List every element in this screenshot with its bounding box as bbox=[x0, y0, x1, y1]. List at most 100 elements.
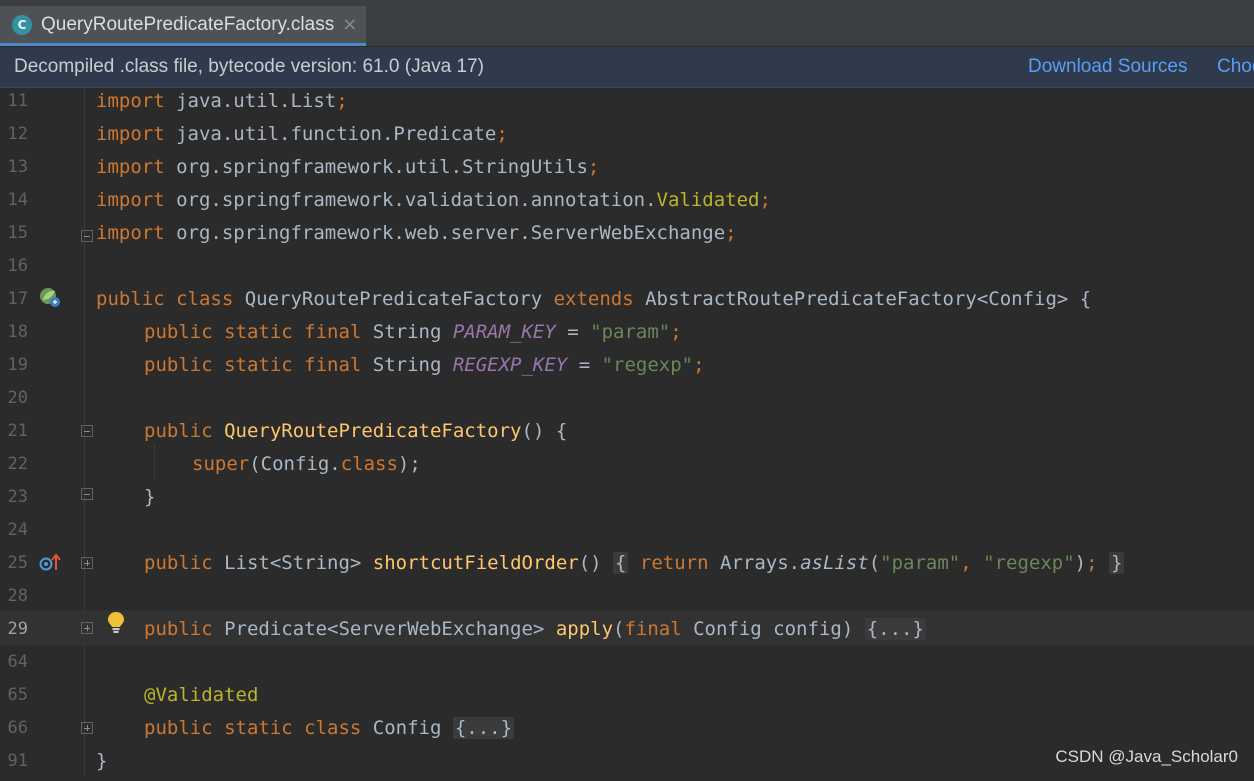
static-call: asList bbox=[800, 552, 869, 574]
code-text: public QueryRoutePredicateFactory() { bbox=[144, 418, 567, 451]
keyword: import bbox=[96, 123, 165, 145]
tab-label: QueryRoutePredicateFactory.class bbox=[41, 13, 335, 35]
code-fragment: org.springframework.validation.annotatio… bbox=[164, 189, 657, 211]
code-editor[interactable]: 11 import java.util.List; 12 import java… bbox=[0, 88, 1254, 775]
decompiled-notification-banner: Decompiled .class file, bytecode version… bbox=[0, 47, 1254, 88]
code-text: public static class Config {...} bbox=[144, 715, 515, 748]
keyword: public bbox=[144, 420, 213, 442]
keyword: public bbox=[144, 618, 213, 640]
code-text: } bbox=[96, 750, 108, 772]
code-fragment: ); bbox=[397, 453, 421, 475]
constructor-name: QueryRoutePredicateFactory bbox=[212, 420, 522, 442]
code-line: 64 bbox=[0, 649, 1254, 682]
code-fragment: ) bbox=[1074, 552, 1087, 574]
fold-collapse-icon[interactable] bbox=[81, 488, 93, 500]
code-line: 65 @Validated bbox=[0, 682, 1254, 715]
keyword: import bbox=[96, 189, 165, 211]
keyword: import bbox=[96, 90, 165, 112]
line-number: 12 bbox=[7, 124, 28, 144]
code-fragment: () { bbox=[521, 420, 568, 442]
keyword: public static final bbox=[144, 354, 362, 376]
line-number: 15 bbox=[7, 223, 28, 243]
code-line: 22 super(Config.class); bbox=[0, 451, 1254, 484]
code-line: 14 import org.springframework.validation… bbox=[0, 187, 1254, 220]
comma: , bbox=[960, 552, 984, 574]
fold-collapse-icon[interactable] bbox=[81, 230, 93, 242]
semicolon: ; bbox=[670, 321, 682, 343]
folded-brace-close[interactable]: } bbox=[1109, 552, 1125, 574]
type-name: List<String> bbox=[212, 552, 373, 574]
code-fragment: Arrays. bbox=[708, 552, 801, 574]
code-fragment: java.util.function.Predicate bbox=[164, 123, 497, 145]
operator: = bbox=[567, 354, 602, 376]
code-fragment: Config config) bbox=[681, 618, 865, 640]
code-text: public List<String> shortcutFieldOrder()… bbox=[144, 550, 1125, 583]
code-fragment: org.springframework.web.server.ServerWeb… bbox=[164, 222, 726, 244]
folded-brace-open[interactable]: { bbox=[613, 552, 629, 574]
line-number: 66 bbox=[7, 718, 28, 738]
code-line: 13 import org.springframework.util.Strin… bbox=[0, 154, 1254, 187]
line-number: 18 bbox=[7, 322, 28, 342]
semicolon: ; bbox=[587, 156, 600, 178]
line-number: 91 bbox=[7, 751, 28, 771]
code-line: 16 bbox=[0, 253, 1254, 286]
keyword: extends bbox=[553, 288, 634, 310]
code-text: super(Config.class); bbox=[192, 451, 421, 484]
implements-method-icon[interactable] bbox=[38, 552, 62, 574]
code-text: public static final String REGEXP_KEY = … bbox=[144, 352, 705, 385]
semicolon: ; bbox=[1086, 552, 1098, 574]
annotation: @Validated bbox=[144, 684, 259, 706]
line-number: 22 bbox=[7, 454, 28, 474]
fold-expand-icon[interactable] bbox=[81, 622, 93, 634]
line-number: 19 bbox=[7, 355, 28, 375]
fold-collapse-icon[interactable] bbox=[81, 425, 93, 437]
keyword: return bbox=[628, 552, 709, 574]
keyword: super bbox=[192, 453, 250, 475]
folded-method-body[interactable]: {...} bbox=[864, 618, 926, 640]
code-line: 17 public class QueryRoutePredicateFacto… bbox=[0, 286, 1254, 319]
line-number: 14 bbox=[7, 190, 28, 210]
code-fragment: AbstractRoutePredicateFactory<Config> { bbox=[633, 288, 1092, 310]
keyword: public static final bbox=[144, 321, 362, 343]
code-line: 25 public List<String> shortcutFieldOrde… bbox=[0, 550, 1254, 583]
line-number: 21 bbox=[7, 421, 28, 441]
fold-expand-icon[interactable] bbox=[81, 557, 93, 569]
code-text: public static final String PARAM_KEY = "… bbox=[144, 319, 682, 352]
class-name: QueryRoutePredicateFactory bbox=[233, 288, 554, 310]
lightbulb-icon[interactable] bbox=[106, 610, 126, 636]
close-icon[interactable]: × bbox=[342, 14, 357, 35]
keyword: import bbox=[96, 222, 165, 244]
type-name: Predicate<ServerWebExchange> bbox=[212, 618, 556, 640]
code-fragment: org.springframework.util.StringUtils bbox=[164, 156, 588, 178]
code-fragment: ( bbox=[868, 552, 881, 574]
watermark: CSDN @Java_Scholar0 bbox=[1055, 747, 1238, 766]
keyword: final bbox=[624, 618, 682, 640]
download-sources-link[interactable]: Download Sources bbox=[1028, 56, 1187, 78]
keyword: public static class bbox=[144, 717, 362, 739]
code-line: 19 public static final String REGEXP_KEY… bbox=[0, 352, 1254, 385]
line-number: 25 bbox=[7, 553, 28, 573]
code-fragment: ( bbox=[613, 618, 625, 640]
current-code-line: 29 public Predicate<ServerWebExchange> a… bbox=[0, 610, 1254, 646]
code-line: 21 public QueryRoutePredicateFactory() { bbox=[0, 418, 1254, 451]
line-number: 29 bbox=[7, 619, 28, 639]
editor-tab-bar: C QueryRoutePredicateFactory.class × bbox=[0, 0, 1254, 47]
choose-sources-link[interactable]: Choo bbox=[1217, 56, 1254, 78]
type-name: Config bbox=[361, 717, 453, 739]
code-line: 24 bbox=[0, 517, 1254, 550]
semicolon: ; bbox=[693, 354, 705, 376]
code-fragment: () bbox=[578, 552, 614, 574]
fold-expand-icon[interactable] bbox=[81, 722, 93, 734]
code-text: public class QueryRoutePredicateFactory … bbox=[96, 286, 1091, 319]
tab-query-route-predicate-factory[interactable]: C QueryRoutePredicateFactory.class × bbox=[0, 6, 366, 46]
code-line: 23 } bbox=[0, 484, 1254, 517]
line-number: 24 bbox=[7, 520, 28, 540]
method-name: apply bbox=[555, 618, 614, 640]
line-number: 64 bbox=[7, 652, 28, 672]
code-line: 18 public static final String PARAM_KEY … bbox=[0, 319, 1254, 352]
folded-class-body[interactable]: {...} bbox=[452, 717, 515, 739]
line-number: 11 bbox=[7, 91, 28, 111]
code-text: import java.util.List; bbox=[96, 88, 348, 121]
code-line: 66 public static class Config {...} bbox=[0, 715, 1254, 748]
spring-bean-icon[interactable] bbox=[38, 286, 62, 310]
